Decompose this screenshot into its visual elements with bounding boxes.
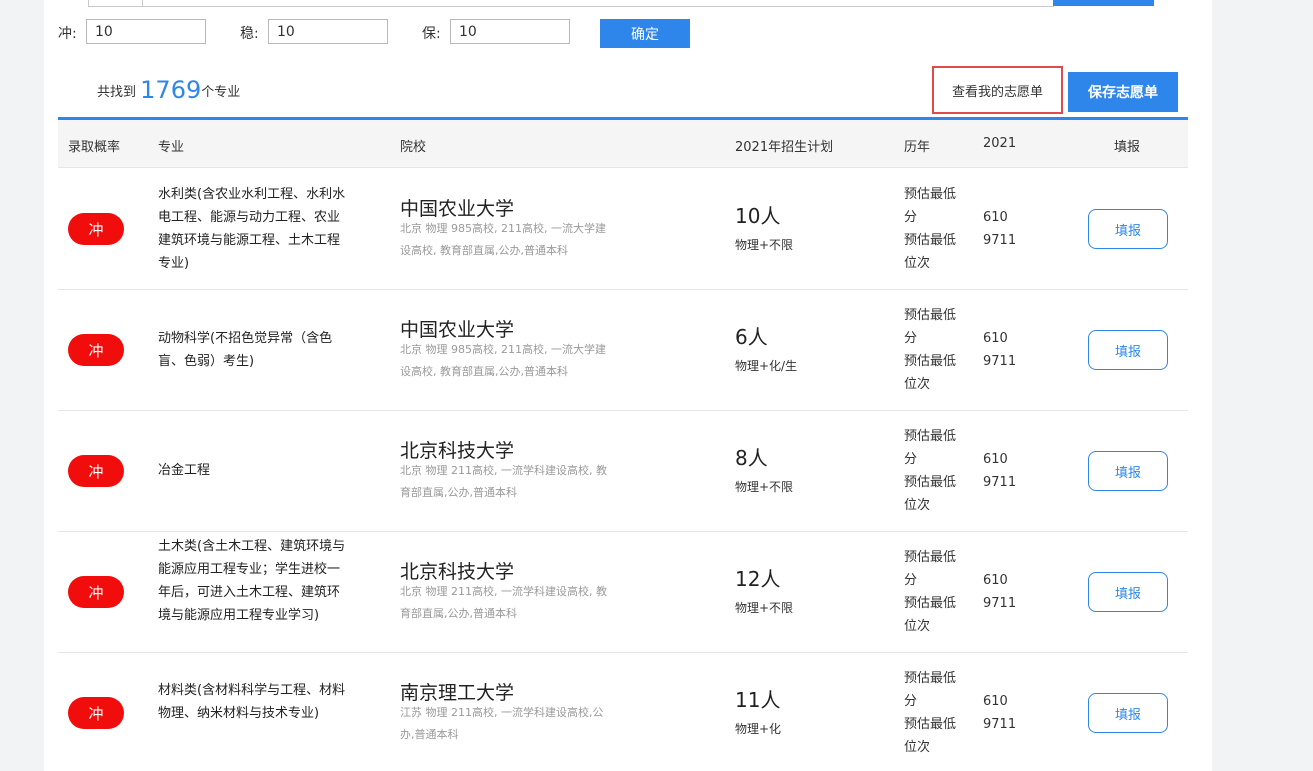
min-score: 610 — [983, 331, 1008, 346]
est-score-label: 预估最低分 — [904, 429, 957, 467]
min-rank: 9711 — [983, 717, 1017, 732]
col-probability: 录取概率 — [68, 140, 121, 155]
fill-button[interactable]: 填报 — [1088, 693, 1168, 733]
major-name: 土木类(含土木工程、建筑环境与能源应用工程专业；学生进校一年后，可进入土木工程、… — [158, 539, 346, 623]
min-rank: 9711 — [983, 354, 1017, 369]
school-tags: 北京 物理 211高校, 一流学科建设高校, 教育部直属,公办,普通本科 — [400, 464, 607, 499]
chong-input[interactable] — [86, 19, 206, 44]
table-row: 冲 动物科学(不招色觉异常（含色盲、色弱）考生) 中国农业大学 北京 物理 98… — [58, 290, 1188, 411]
bao-input[interactable] — [450, 19, 570, 44]
col-major: 专业 — [158, 140, 185, 155]
est-rank-label: 预估最低位次 — [904, 717, 957, 755]
quota: 11人 — [735, 688, 781, 712]
probability-badge: 冲 — [68, 697, 124, 729]
min-score: 610 — [983, 452, 1008, 467]
estimate-labels: 预估最低分 预估最低位次 — [904, 304, 966, 396]
fill-button[interactable]: 填报 — [1088, 209, 1168, 249]
school-name: 中国农业大学 — [400, 198, 515, 220]
school-name: 中国农业大学 — [400, 319, 515, 341]
est-rank-label: 预估最低位次 — [904, 354, 957, 392]
confirm-button[interactable]: 确定 — [600, 19, 690, 48]
col-history: 历年 — [904, 140, 931, 155]
table-row: 冲 材料类(含材料科学与工程、材料物理、纳米材料与技术专业) 南京理工大学 江苏… — [58, 653, 1188, 771]
estimate-labels: 预估最低分 预估最低位次 — [904, 425, 966, 517]
col-plan: 2021年招生计划 — [735, 140, 834, 155]
est-score-label: 预估最低分 — [904, 308, 957, 346]
estimate-values: 610 9711 — [983, 690, 1016, 736]
fill-button[interactable]: 填报 — [1088, 451, 1168, 491]
estimate-labels: 预估最低分 预估最低位次 — [904, 546, 966, 638]
major-name: 水利类(含农业水利工程、水利水电工程、能源与动力工程、农业建筑环境与能源工程、土… — [158, 187, 346, 271]
probability-badge: 冲 — [68, 213, 124, 245]
school-tags: 江苏 物理 211高校, 一流学科建设高校,公办,普通本科 — [400, 706, 604, 741]
school-name: 南京理工大学 — [400, 682, 515, 704]
bao-label: 保: — [422, 26, 441, 42]
probability-badge: 冲 — [68, 576, 124, 608]
wen-label: 稳: — [240, 26, 259, 42]
col-fill: 填报 — [1114, 140, 1141, 155]
col-school: 院校 — [400, 140, 427, 155]
min-rank: 9711 — [983, 596, 1017, 611]
school-name: 北京科技大学 — [400, 440, 515, 462]
quota: 6人 — [735, 325, 768, 349]
estimate-values: 610 9711 — [983, 448, 1016, 494]
min-rank: 9711 — [983, 475, 1017, 490]
subject-requirement: 物理+化 — [735, 722, 782, 736]
result-summary: 共找到 1769个专业 — [97, 76, 240, 104]
table-header: 录取概率 专业 院校 2021年招生计划 历年 2021 填报 — [58, 120, 1188, 168]
school-tags: 北京 物理 985高校, 211高校, 一流大学建设高校, 教育部直属,公办,普… — [400, 222, 606, 257]
est-rank-label: 预估最低位次 — [904, 596, 957, 634]
subject-requirement: 物理+不限 — [735, 480, 794, 494]
save-list-button[interactable]: 保存志愿单 — [1068, 72, 1178, 112]
top-search-button[interactable] — [1053, 0, 1154, 6]
result-suffix: 个专业 — [201, 85, 241, 100]
result-prefix: 共找到 — [97, 85, 137, 100]
result-count: 1769 — [140, 76, 202, 104]
table-row: 冲 冶金工程 北京科技大学 北京 物理 211高校, 一流学科建设高校, 教育部… — [58, 411, 1188, 532]
school-name: 北京科技大学 — [400, 561, 515, 583]
est-rank-label: 预估最低位次 — [904, 233, 957, 271]
top-search-input[interactable] — [142, 0, 1054, 7]
major-name: 材料类(含材料科学与工程、材料物理、纳米材料与技术专业) — [158, 683, 346, 721]
main-panel: 冲: 稳: 保: 确定 共找到 1769个专业 查看我的志愿单 保存志愿单 录取… — [44, 0, 1212, 771]
school-tags: 北京 物理 985高校, 211高校, 一流大学建设高校, 教育部直属,公办,普… — [400, 343, 606, 378]
estimate-values: 610 9711 — [983, 327, 1016, 373]
estimate-values: 610 9711 — [983, 569, 1016, 615]
table-row: 冲 土木类(含土木工程、建筑环境与能源应用工程专业；学生进校一年后，可进入土木工… — [58, 532, 1188, 653]
est-rank-label: 预估最低位次 — [904, 475, 957, 513]
min-score: 610 — [983, 694, 1008, 709]
min-rank: 9711 — [983, 233, 1017, 248]
subject-requirement: 物理+不限 — [735, 601, 794, 615]
probability-badge: 冲 — [68, 455, 124, 487]
fill-button[interactable]: 填报 — [1088, 572, 1168, 612]
est-score-label: 预估最低分 — [904, 550, 957, 588]
subject-requirement: 物理+化/生 — [735, 359, 798, 373]
table-row: 冲 水利类(含农业水利工程、水利水电工程、能源与动力工程、农业建筑环境与能源工程… — [58, 169, 1188, 290]
quota: 10人 — [735, 204, 781, 228]
major-name: 动物科学(不招色觉异常（含色盲、色弱）考生) — [158, 331, 333, 369]
estimate-values: 610 9711 — [983, 206, 1016, 252]
quota: 8人 — [735, 446, 768, 470]
estimate-labels: 预估最低分 预估最低位次 — [904, 183, 966, 275]
fill-button[interactable]: 填报 — [1088, 330, 1168, 370]
subject-requirement: 物理+不限 — [735, 238, 794, 252]
school-tags: 北京 物理 211高校, 一流学科建设高校, 教育部直属,公办,普通本科 — [400, 585, 607, 620]
chong-label: 冲: — [58, 26, 77, 42]
view-my-list-button[interactable]: 查看我的志愿单 — [932, 66, 1063, 114]
col-year: 2021 — [983, 136, 1017, 151]
est-score-label: 预估最低分 — [904, 187, 957, 225]
quota: 12人 — [735, 567, 781, 591]
major-name: 冶金工程 — [158, 463, 211, 478]
min-score: 610 — [983, 210, 1008, 225]
est-score-label: 预估最低分 — [904, 671, 957, 709]
wen-input[interactable] — [268, 19, 388, 44]
probability-badge: 冲 — [68, 334, 124, 366]
estimate-labels: 预估最低分 预估最低位次 — [904, 667, 966, 759]
min-score: 610 — [983, 573, 1008, 588]
